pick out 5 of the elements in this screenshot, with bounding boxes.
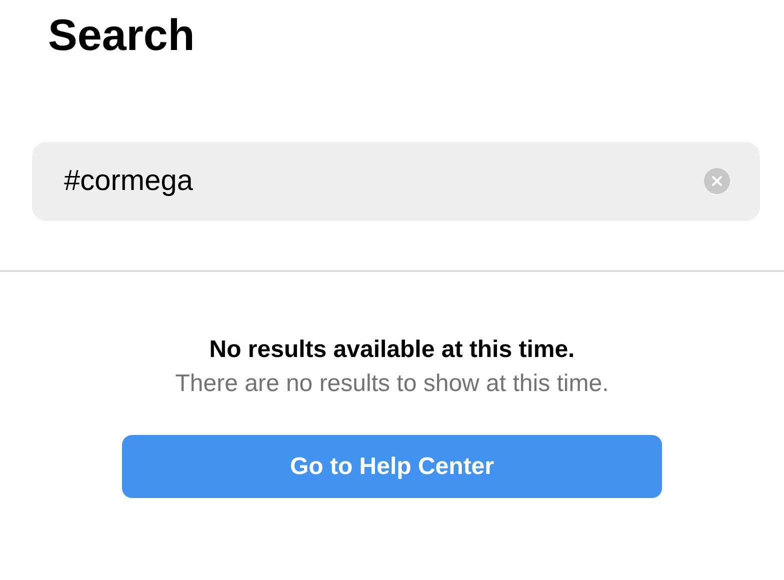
clear-icon[interactable] [704, 168, 730, 194]
search-field[interactable]: #cormega [32, 142, 760, 221]
page-title: Search [48, 10, 195, 62]
empty-heading: No results available at this time. [208, 335, 576, 365]
empty-message: There are no results to show at this time. [174, 369, 610, 399]
